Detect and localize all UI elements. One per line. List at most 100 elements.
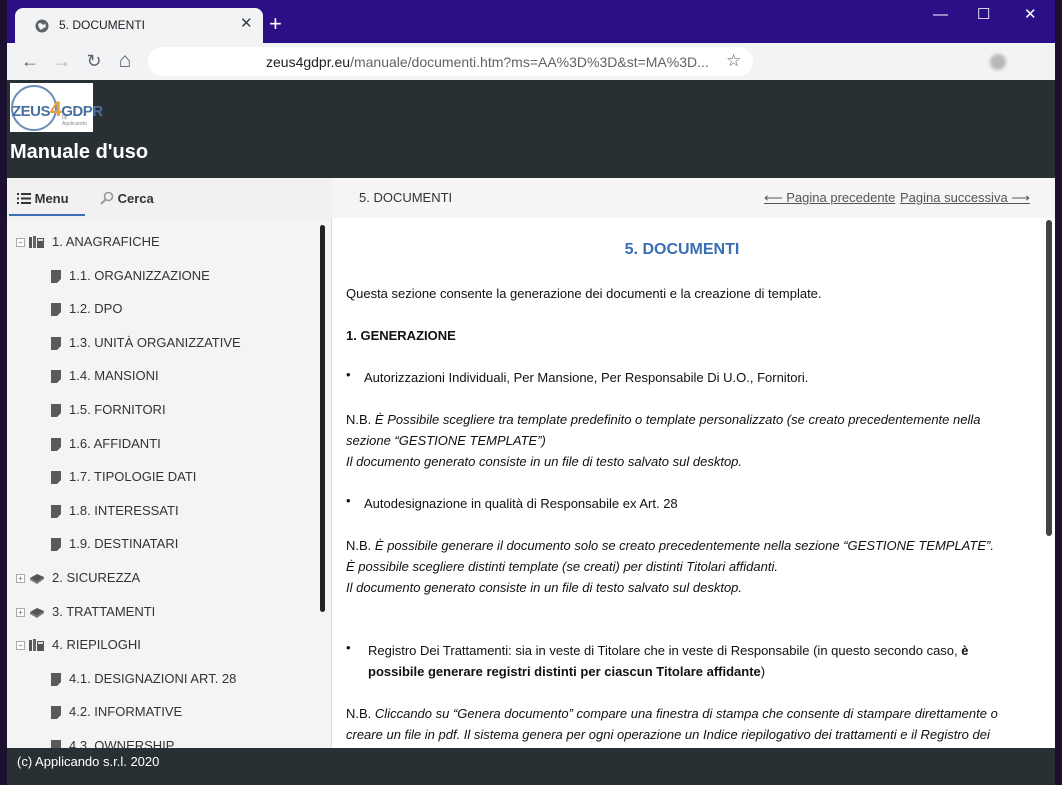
zeus4gdpr-logo[interactable]: ZEUS4GDPR by Applicando [10,83,103,132]
note-1-line-2: sezione “GESTIONE TEMPLATE”) [346,433,546,448]
tree-item[interactable]: 4.3. OWNERSHIP [7,734,317,748]
sidebar-tabs: Menu Cerca [7,178,331,218]
url-host: zeus4gdpr.eu [266,54,351,70]
note-2-line-2: È possibile scegliere distinti template … [346,559,778,574]
books-icon [29,236,44,248]
bullet-marker: • [346,493,351,508]
title-bar: 5. DOCUMENTI ✕ + — ☐ ✕ [7,0,1055,43]
globe-icon [35,19,49,33]
home-icon[interactable]: ⌂ [115,50,135,71]
content-header: 5. DOCUMENTI ⟵ Pagina precedente Pagina … [331,178,1055,218]
tree-item-label: 3. TRATTAMENTI [52,603,156,619]
tree-item[interactable]: 1.1. ORGANIZZAZIONE [7,264,317,288]
tab-menu[interactable]: Menu [17,191,69,206]
sidebar-scrollbar[interactable] [320,225,325,612]
document-title: 5. DOCUMENTI [624,241,740,258]
forward-icon[interactable]: → [52,51,72,71]
intro-paragraph: Questa sezione consente la generazione d… [346,286,822,301]
content-scrollbar[interactable] [1046,220,1052,536]
expand-icon[interactable]: + [16,607,25,617]
document-icon [51,437,61,451]
bullet-marker: • [346,640,351,655]
tree-item[interactable]: +3. TRATTAMENTI [7,600,317,624]
tree-item-label: 1.6. AFFIDANTI [69,435,161,451]
document-icon [51,672,61,686]
logo-tagline: by Applicando [62,115,87,127]
tree-item[interactable]: 1.7. TIPOLOGIE DATI [7,465,317,489]
tree-item-label: 1.2. DPO [69,301,123,317]
tree-item-label: 4.3. OWNERSHIP [69,738,175,748]
tab-search-label: Cerca [117,191,154,206]
note-prefix: N.B. [346,412,372,427]
tree-item[interactable]: 4.2. INFORMATIVE [7,700,317,724]
document-icon [51,269,61,283]
document-icon [51,706,61,720]
close-window-icon[interactable]: ✕ [1024,7,1037,22]
expand-icon[interactable]: + [16,574,25,583]
reload-icon[interactable]: ↻ [84,51,104,71]
tree-item[interactable]: 1.9. DESTINATARI [7,532,317,556]
tab-search[interactable]: Cerca [100,191,154,206]
url-text: zeus4gdpr.eu/manuale/documenti.htm?ms=AA… [266,54,709,70]
tree-item-label: 4. RIEPILOGHI [52,637,141,653]
tab-close-icon[interactable]: ✕ [240,16,253,32]
tree-item-label: 1.1. ORGANIZZAZIONE [69,267,210,283]
collapse-icon[interactable]: − [16,641,25,651]
tree-item[interactable]: 1.3. UNITÀ ORGANIZZATIVE [7,331,317,355]
previous-page-link[interactable]: ⟵ Pagina precedente [764,190,895,206]
document-icon [51,538,61,552]
note-1: N.B. È Possibile scegliere tra template … [346,409,1022,472]
tree-item[interactable]: 1.4. MANSIONI [7,364,317,388]
tree-item-label: 1.3. UNITÀ ORGANIZZATIVE [69,334,241,350]
tree-item-label: 4.2. INFORMATIVE [69,704,183,720]
tree-item-label: 2. SICUREZZA [52,570,141,585]
note-3-line-1: Cliccando su “Genera documento” compare … [374,706,998,721]
closed-book-icon [30,607,44,618]
bookmark-star-icon[interactable]: ☆ [726,51,741,71]
copyright-text: (c) Applicando s.r.l. 2020 [17,754,160,769]
minimize-icon[interactable]: — [933,7,948,22]
address-bar[interactable]: zeus4gdpr.eu/manuale/documenti.htm?ms=AA… [148,47,753,76]
document-icon [51,404,61,417]
note-prefix: N.B. [346,706,372,721]
document-icon [51,471,61,485]
tree-item[interactable]: +2. SICUREZZA [7,566,317,590]
tree-item[interactable]: 1.2. DPO [7,297,317,321]
tree-item[interactable]: − 4. RIEPILOGHI [7,633,317,657]
registro-text: Registro Dei Trattamenti: sia in veste d… [368,643,958,658]
browser-tab[interactable]: 5. DOCUMENTI ✕ [15,8,263,43]
document-icon [51,740,61,748]
collapse-icon[interactable]: − [16,238,25,247]
note-2: N.B. È possibile generare il documento s… [346,535,1022,598]
maximize-icon[interactable]: ☐ [977,7,990,22]
tree-item[interactable]: 1.6. AFFIDANTI [7,432,317,456]
tree-item[interactable]: 4.1. DESIGNAZIONI ART. 28 [7,667,317,691]
browser-window: 5. DOCUMENTI ✕ + — ☐ ✕ ← → ↻ ⌂ zeus4gdpr… [7,0,1055,785]
tree-item-label: 1.9. DESTINATARI [69,536,179,552]
bullet-autorizzazioni: Autorizzazioni Individuali, Per Mansione… [364,370,809,385]
note-1-line-3: Il documento generato consiste in un fil… [346,454,743,469]
tree-item-label: 1. ANAGRAFICHE [52,234,160,249]
tree-item-label: 4.1. DESIGNAZIONI ART. 28 [69,670,237,686]
sidebar-tree: − 1. ANAGRAFICHE 1.1. ORGANIZZAZIONE 1.2. D… [7,218,331,748]
document-icon [51,504,61,518]
tree-item[interactable]: 1.5. FORNITORI [7,398,317,422]
note-2-line-1: È possibile generare il documento solo s… [374,538,994,553]
document-icon [51,303,61,317]
tab-menu-label: Menu [34,191,69,206]
new-tab-icon[interactable]: + [269,13,282,35]
tree-item[interactable]: − 1. ANAGRAFICHE [7,230,317,254]
page-title: Manuale d'uso [10,141,149,163]
tree-item[interactable]: 1.8. INTERESSATI [7,499,317,523]
closed-book-icon [30,574,44,584]
document-icon [51,336,61,350]
books-icon [29,639,44,652]
list-icon [17,193,31,204]
profile-avatar[interactable] [990,54,1006,70]
next-page-link[interactable]: Pagina successiva ⟶ [900,190,1030,206]
note-prefix: N.B. [346,538,372,553]
registro-bold-2: possibile generare registri distinti per… [368,664,761,679]
search-icon [100,191,114,205]
breadcrumb: 5. DOCUMENTI [359,190,453,205]
back-icon[interactable]: ← [20,51,40,71]
